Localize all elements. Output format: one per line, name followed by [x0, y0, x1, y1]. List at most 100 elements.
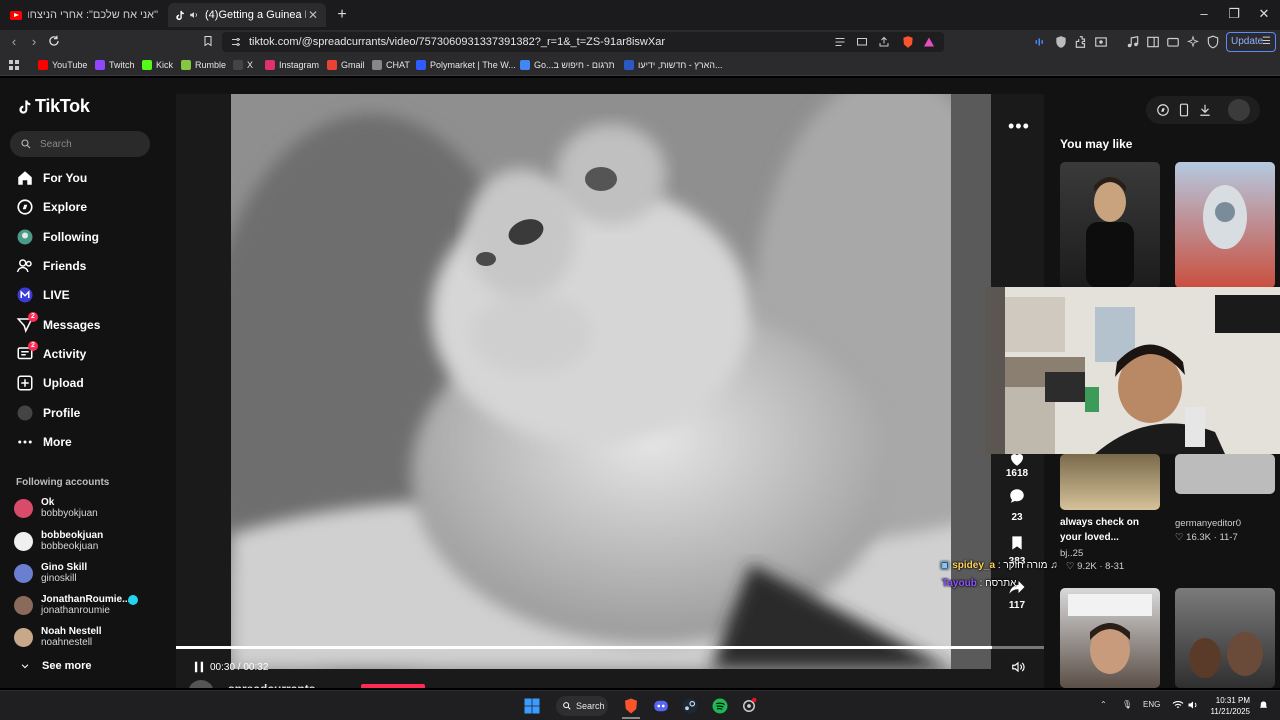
close-window-icon[interactable]: ✕: [1254, 6, 1274, 22]
settings-icon[interactable]: [740, 697, 758, 715]
suggested-video-thumb[interactable]: [1060, 454, 1160, 510]
update-button[interactable]: Update ☰: [1226, 32, 1276, 52]
bookmark-item[interactable]: Instagram: [265, 58, 319, 72]
suggested-caption[interactable]: always check on your loved...: [1060, 515, 1160, 545]
video-player[interactable]: ••• 1618 23 383 117 00:30 / 00:32: [176, 94, 1044, 688]
search-icon: [563, 702, 571, 710]
search-box[interactable]: [10, 131, 150, 157]
reader-mode-icon[interactable]: [834, 36, 846, 48]
nav-item-explore[interactable]: Explore: [16, 196, 87, 218]
bookmark-item[interactable]: הארץ - חדשות, ידיעו...: [624, 58, 723, 72]
sidebar-icon[interactable]: [1146, 35, 1160, 49]
bookmark-item[interactable]: CHAT: [372, 58, 410, 72]
bookmark-item[interactable]: Twitch: [95, 58, 135, 72]
discord-icon[interactable]: [652, 697, 670, 715]
suggested-video-thumb[interactable]: [1175, 162, 1275, 288]
music-icon[interactable]: [1126, 35, 1140, 49]
comment-icon[interactable]: [1007, 487, 1027, 505]
system-clock[interactable]: 10:31 PM 11/21/2025: [1200, 695, 1250, 717]
extensions-icon[interactable]: [1074, 35, 1088, 49]
steam-icon[interactable]: [681, 697, 699, 715]
nav-item-following[interactable]: Following: [16, 226, 99, 248]
audio-extension-icon[interactable]: [1034, 35, 1048, 49]
site-info-icon[interactable]: [230, 36, 242, 48]
forward-icon[interactable]: ›: [26, 34, 42, 50]
taskbar-search[interactable]: Search: [556, 696, 608, 716]
tray-chevron-icon[interactable]: ⌃: [1100, 700, 1107, 709]
save-icon[interactable]: [1009, 534, 1029, 552]
screenshot-icon[interactable]: [1094, 35, 1108, 49]
tab-tiktok[interactable]: (4)Getting a Guinea Pig: Essen ✕: [168, 3, 326, 27]
bookmark-item[interactable]: Rumble: [181, 58, 226, 72]
nav-item-upload[interactable]: Upload: [16, 372, 84, 394]
volume-button[interactable]: [1010, 660, 1026, 674]
live-icon: [16, 286, 34, 304]
compass-icon[interactable]: [1156, 103, 1170, 117]
share-icon[interactable]: [878, 36, 890, 48]
download-icon[interactable]: [1198, 103, 1212, 117]
account-username: bobbyokjuan: [41, 508, 98, 519]
bookmark-item[interactable]: Polymarket | The W...: [416, 58, 516, 72]
more-options-icon[interactable]: •••: [1008, 116, 1030, 137]
close-tab-icon[interactable]: ✕: [306, 8, 320, 22]
tiktok-logo[interactable]: TikTok: [16, 96, 90, 117]
reload-icon[interactable]: [46, 34, 62, 50]
video-frame[interactable]: [231, 94, 991, 669]
cast-icon[interactable]: [856, 36, 868, 48]
nav-item-profile[interactable]: Profile: [16, 402, 80, 424]
wifi-icon[interactable]: [1172, 700, 1184, 712]
volume-icon[interactable]: [1187, 700, 1199, 712]
suggested-video-thumb[interactable]: [1175, 588, 1275, 688]
spotify-icon[interactable]: [711, 697, 729, 715]
microphone-icon[interactable]: 🎙: [1122, 700, 1132, 709]
following-account[interactable]: Noah Nestell noahnestell: [14, 623, 102, 651]
bookmark-item[interactable]: X: [233, 58, 253, 72]
bookmark-icon[interactable]: [200, 34, 216, 50]
tab-youtube[interactable]: "אני אח שלכם": אחרי הניצחון של ממ: [4, 3, 164, 27]
bookmark-item[interactable]: Gmail: [327, 58, 365, 72]
following-account[interactable]: JonathanRoumie... jonathanroumie: [14, 591, 138, 619]
follow-button[interactable]: [361, 684, 425, 688]
nav-item-activity[interactable]: 2 Activity: [16, 341, 86, 365]
nav-item-more[interactable]: More: [16, 431, 72, 453]
suggested-video-thumb[interactable]: [1060, 588, 1160, 688]
nav-item-for-you[interactable]: For You: [16, 167, 87, 189]
chat-user: Tayoub: [942, 578, 977, 589]
user-avatar[interactable]: [1228, 99, 1250, 121]
pause-button[interactable]: [192, 660, 206, 674]
nav-item-messages[interactable]: 2 Messages: [16, 312, 100, 336]
author-name[interactable]: spreadcurrants: [228, 682, 315, 688]
shield-icon[interactable]: [1206, 35, 1220, 49]
brave-shields-icon[interactable]: [901, 35, 915, 49]
nav-item-live[interactable]: LIVE: [16, 284, 70, 306]
vpn-icon[interactable]: [1054, 35, 1068, 49]
leo-ai-icon[interactable]: [1186, 35, 1200, 49]
notification-icon[interactable]: [1258, 700, 1269, 713]
restore-icon[interactable]: ❐: [1224, 6, 1244, 22]
see-more-button[interactable]: See more: [20, 660, 92, 672]
minimize-icon[interactable]: –: [1194, 6, 1214, 21]
brave-browser-icon[interactable]: [622, 697, 640, 719]
following-account[interactable]: Gino Skill ginoskill: [14, 559, 87, 587]
suggested-user[interactable]: germanyeditor0: [1175, 518, 1241, 529]
video-progress-bar[interactable]: [176, 646, 1044, 649]
wallet-icon[interactable]: [1166, 35, 1180, 49]
following-account[interactable]: Ok bobbyokjuan: [14, 494, 98, 522]
nav-item-friends[interactable]: Friends: [16, 255, 86, 277]
url-bar[interactable]: tiktok.com/@spreadcurrants/video/7573060…: [222, 32, 944, 52]
apps-grid-icon[interactable]: [8, 58, 20, 72]
phone-icon[interactable]: [1177, 103, 1191, 117]
new-tab-button[interactable]: +: [333, 6, 351, 24]
bookmark-item[interactable]: Go...תרגום - חיפוש ב: [520, 58, 615, 72]
author-avatar[interactable]: [188, 680, 214, 688]
suggested-video-thumb[interactable]: [1175, 454, 1275, 494]
back-icon[interactable]: ‹: [6, 34, 22, 50]
brave-rewards-icon[interactable]: [923, 36, 935, 48]
windows-start-icon[interactable]: [523, 697, 541, 715]
bookmark-item[interactable]: Kick: [142, 58, 173, 72]
following-account[interactable]: bobbeokjuan bobbeokjuan: [14, 527, 103, 555]
language-indicator[interactable]: ENG: [1143, 700, 1160, 709]
suggested-video-thumb[interactable]: [1060, 162, 1160, 288]
search-input[interactable]: [40, 138, 140, 150]
bookmark-item[interactable]: YouTube: [38, 58, 87, 72]
